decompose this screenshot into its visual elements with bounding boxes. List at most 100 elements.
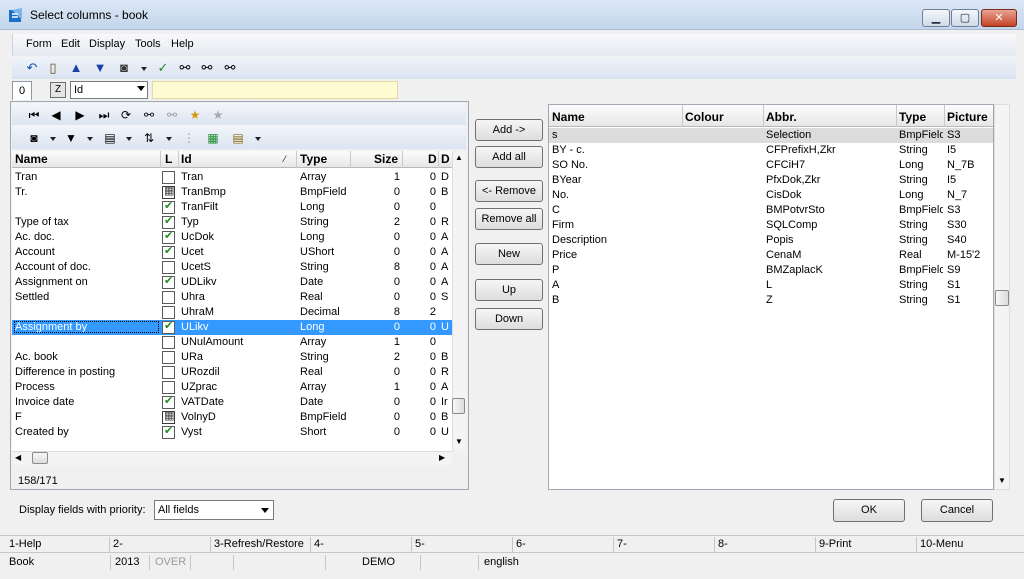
col-header-type[interactable]: Type: [300, 152, 327, 166]
report-icon[interactable]: ▤: [230, 130, 246, 146]
menu-form[interactable]: Form: [26, 38, 52, 50]
fkey-2[interactable]: 2-: [113, 538, 123, 550]
chevron-down-icon[interactable]: [87, 137, 93, 141]
minimize-button[interactable]: ▁: [922, 9, 950, 27]
previous-record-icon[interactable]: ◀: [48, 107, 64, 123]
scroll-down-icon[interactable]: ▼: [455, 437, 463, 446]
visible-checkbox[interactable]: [162, 229, 175, 244]
scrollbar-thumb[interactable]: [995, 290, 1009, 306]
table-row[interactable]: TranFilt Long 0 0: [12, 199, 452, 215]
camera-icon[interactable]: ◙: [116, 60, 132, 76]
available-fields-grid[interactable]: Name L Id ⁄ Type Size D D Tran Tran Array 1…: [12, 151, 452, 451]
visible-checkbox[interactable]: [162, 381, 175, 394]
col-header-abbr[interactable]: Abbr.: [766, 110, 797, 124]
table-row[interactable]: Difference in posting URozdil Real 0 0 R: [12, 365, 452, 380]
visible-checkbox[interactable]: [162, 306, 175, 319]
table-row[interactable]: Process UZprac Array 1 0 A: [12, 380, 452, 395]
table-row[interactable]: AccountUcetUShort00A: [12, 244, 452, 260]
col-header-colour[interactable]: Colour: [685, 110, 724, 124]
table-row[interactable]: Tr.TranBmpBmpField00B: [12, 184, 452, 200]
col-header-l[interactable]: L: [165, 152, 172, 166]
selected-columns-grid[interactable]: Name Colour Abbr. Type Picture s Selectio…: [548, 104, 994, 490]
table-row[interactable]: BYear PfxDok,Zkr String I5: [549, 173, 993, 188]
scrollbar-thumb[interactable]: [32, 452, 48, 464]
visible-checkbox[interactable]: [162, 394, 175, 409]
col-header-picture[interactable]: Picture: [947, 110, 988, 124]
find-prev-icon[interactable]: ⚯: [222, 60, 238, 76]
chevron-down-icon[interactable]: [50, 137, 56, 141]
table-row[interactable]: A L String S1: [549, 278, 993, 293]
table-row[interactable]: FVolnyDBmpField00B: [12, 409, 452, 425]
visible-checkbox[interactable]: [162, 424, 175, 439]
add-button[interactable]: Add ->: [475, 119, 543, 141]
chevron-down-icon[interactable]: [141, 67, 147, 71]
book-icon[interactable]: ▯: [45, 60, 61, 76]
visible-checkbox[interactable]: [162, 351, 175, 364]
z-sort-button[interactable]: Z: [50, 82, 66, 98]
table-row[interactable]: SO No. CFCiH7 Long N_7B: [549, 158, 993, 173]
fkey-6[interactable]: 6-: [516, 538, 526, 550]
menu-tools[interactable]: Tools: [135, 38, 161, 50]
horizontal-scrollbar[interactable]: [12, 451, 452, 465]
cancel-button[interactable]: Cancel: [921, 499, 993, 522]
table-row[interactable]: Type of tax Typ String 2 0R: [12, 214, 452, 230]
search-icon[interactable]: ⚯: [141, 107, 157, 123]
visible-checkbox[interactable]: [162, 366, 175, 379]
columns-icon[interactable]: ▤: [102, 130, 118, 146]
menu-help[interactable]: Help: [171, 38, 194, 50]
table-row[interactable]: Invoice date VATDate Date 0 0 Ir: [12, 394, 452, 410]
col-header-type[interactable]: Type: [899, 110, 926, 124]
chevron-down-icon[interactable]: [166, 137, 172, 141]
fkey-4[interactable]: 4-: [314, 538, 324, 550]
table-row[interactable]: UNulAmount Array 1 0: [12, 335, 452, 350]
table-row[interactable]: Tran Tran Array 1 0 D: [12, 170, 452, 185]
visible-checkbox[interactable]: [162, 274, 175, 289]
bitmap-checkbox[interactable]: [162, 184, 175, 199]
add-all-button[interactable]: Add all: [475, 146, 543, 168]
table-row[interactable]: Account of doc. UcetS String 8 0 A: [12, 260, 452, 275]
table-row[interactable]: Assignment onUDLikvDate00A: [12, 274, 452, 290]
table-row[interactable]: Settled Uhra Real 0 0 S: [12, 290, 452, 305]
col-header-name[interactable]: Name: [15, 152, 48, 166]
last-record-icon[interactable]: ⏭: [96, 107, 112, 123]
visible-checkbox[interactable]: [162, 291, 175, 304]
table-row[interactable]: UhraM Decimal 8 2: [12, 305, 452, 320]
bitmap-checkbox[interactable]: [162, 409, 175, 424]
add-favorite-icon[interactable]: ★: [187, 107, 203, 123]
visible-checkbox[interactable]: [162, 336, 175, 349]
quick-filter-input[interactable]: [152, 81, 398, 99]
scroll-down-icon[interactable]: ▼: [998, 476, 1006, 485]
fkey-7[interactable]: 7-: [617, 538, 627, 550]
arrow-down-icon[interactable]: ▼: [92, 60, 108, 76]
col-header-id[interactable]: Id: [181, 152, 192, 166]
filter-check-icon[interactable]: ✓: [155, 60, 171, 76]
fkey-8[interactable]: 8-: [718, 538, 728, 550]
scroll-up-icon[interactable]: ▲: [455, 153, 463, 162]
funnel-icon[interactable]: ▼: [63, 130, 79, 146]
undo-icon[interactable]: ↶: [24, 60, 40, 76]
first-record-icon[interactable]: ⏮: [26, 107, 42, 123]
remove-all-button[interactable]: Remove all: [475, 208, 543, 230]
table-row[interactable]: Firm SQLComp String S30: [549, 218, 993, 233]
visible-checkbox[interactable]: [162, 199, 175, 214]
down-button[interactable]: Down: [475, 308, 543, 330]
arrow-up-icon[interactable]: ▲: [68, 60, 84, 76]
fkey-10[interactable]: 10-Menu: [920, 538, 963, 550]
visible-checkbox[interactable]: [162, 214, 175, 229]
table-row[interactable]: B Z String S1: [549, 293, 993, 308]
menu-display[interactable]: Display: [89, 38, 125, 50]
fkey-1[interactable]: 1-Help: [9, 538, 41, 550]
table-row[interactable]: BY - c. CFPrefixH,Zkr String I5: [549, 143, 993, 158]
table-row[interactable]: Ac. doc.UcDokLong00A: [12, 229, 452, 245]
chevron-down-icon[interactable]: [126, 137, 132, 141]
table-row[interactable]: Description Popis String S40: [549, 233, 993, 248]
fkey-5[interactable]: 5-: [415, 538, 425, 550]
table-row[interactable]: Price CenaM Real M-15'2: [549, 248, 993, 263]
fkey-9[interactable]: 9-Print: [819, 538, 851, 550]
maximize-button[interactable]: ▢: [951, 9, 979, 27]
index-select[interactable]: Id: [70, 81, 148, 99]
table-row[interactable]: s Selection BmpField S3: [549, 128, 993, 143]
find-next-icon[interactable]: ⚯: [199, 60, 215, 76]
menu-edit[interactable]: Edit: [61, 38, 80, 50]
chevron-down-icon[interactable]: [255, 137, 261, 141]
